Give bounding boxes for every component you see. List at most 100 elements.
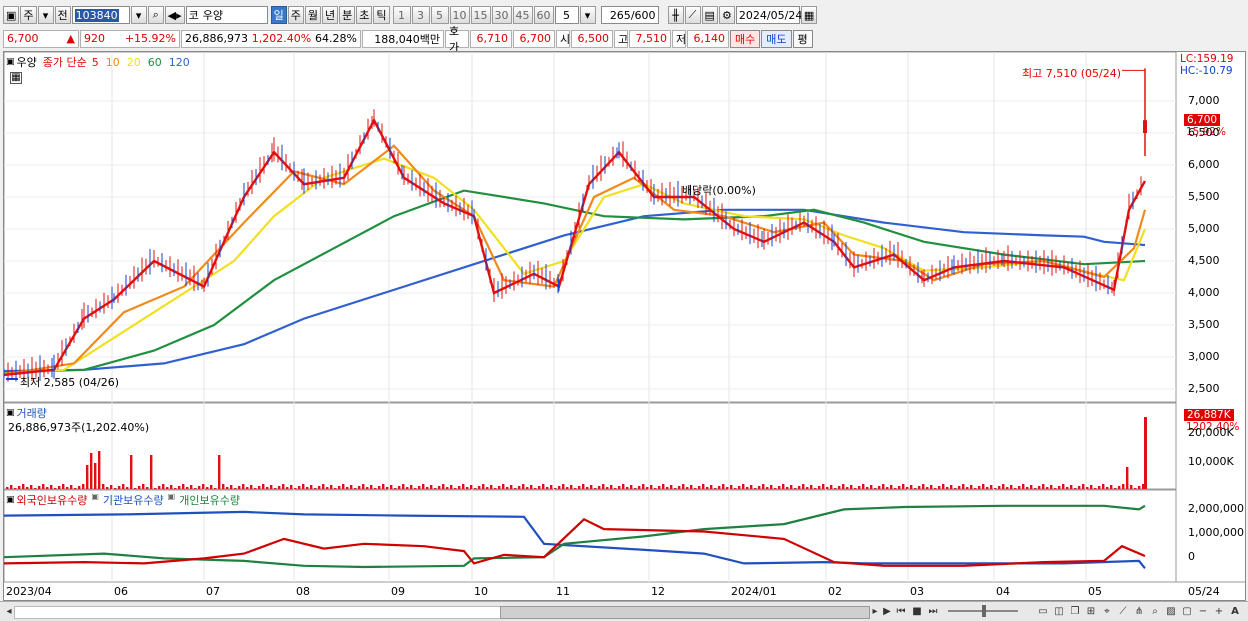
volume-bar — [714, 488, 717, 489]
zoom-in-icon[interactable]: + — [1212, 604, 1226, 618]
zoom-slider-handle[interactable] — [982, 605, 986, 617]
volume-bar — [246, 487, 249, 489]
step-back-icon[interactable]: ⏮ — [894, 604, 908, 618]
search-icon[interactable]: ⌕ — [147, 6, 164, 24]
period-type-button[interactable]: 주 — [20, 6, 37, 24]
current-price-cell: 6,700 ▲ — [3, 29, 79, 48]
panel-menu-icon[interactable]: ▣ — [6, 57, 15, 67]
volume-bar — [870, 485, 873, 489]
interval-number-button-4[interactable]: 15 — [470, 6, 491, 24]
volume-bar — [550, 485, 553, 489]
volume-bar — [210, 485, 213, 489]
calendar-icon[interactable]: ▦ — [800, 6, 818, 24]
volume-bar — [182, 484, 185, 489]
date-input[interactable]: 2024/05/24 — [735, 6, 802, 24]
gear-icon[interactable]: ⚙ — [718, 6, 735, 24]
volume-bar — [930, 485, 933, 489]
volume-bar — [354, 488, 357, 489]
volume-bar — [642, 484, 645, 489]
timeframe-button-5[interactable]: 초 — [356, 6, 373, 24]
volume-bar — [514, 488, 517, 489]
layout-icon[interactable]: ▭ — [1036, 604, 1050, 618]
window-icon-2[interactable]: ▢ — [1180, 604, 1194, 618]
holding-panel-menu-icon[interactable]: ▣ — [6, 495, 15, 505]
chart-area[interactable]: ▣ 우양 종가 단순 5 10 20 60 120 ▦ LC:159.19 HC:-10… — [3, 51, 1246, 601]
scroll-track[interactable] — [14, 606, 502, 619]
interval-dropdown-icon[interactable]: ▾ — [579, 6, 596, 24]
volume-bar — [810, 485, 813, 489]
volume-bar — [18, 486, 21, 489]
interval-number-button-1[interactable]: 3 — [411, 6, 430, 24]
interval-number-button-5[interactable]: 30 — [491, 6, 512, 24]
volume-bar — [534, 488, 537, 489]
split-icon[interactable]: ◫ — [1052, 604, 1066, 618]
avg-button[interactable]: 평 — [792, 29, 813, 48]
volume-bar — [706, 487, 709, 489]
speaker-icon[interactable]: ◀▸ — [164, 6, 185, 24]
drawing-tool-icon[interactable]: ⟋ — [684, 6, 701, 24]
timeframe-button-6[interactable]: 틱 — [373, 6, 390, 24]
timeframe-button-2[interactable]: 월 — [304, 6, 322, 24]
volume-bar — [1118, 486, 1121, 489]
volume-bar — [418, 486, 421, 489]
code-dropdown-icon[interactable]: ▾ — [130, 6, 147, 24]
volume-bar — [38, 486, 41, 489]
chart-canvas[interactable] — [4, 52, 1245, 600]
volume-panel-menu-icon[interactable]: ▣ — [6, 408, 15, 418]
volume-bar — [206, 487, 209, 489]
stop-icon[interactable]: ■ — [910, 604, 924, 618]
volume-bar — [542, 484, 545, 489]
search-chart-icon[interactable]: ⌕ — [1148, 604, 1162, 618]
timeframe-button-0[interactable]: 일 — [270, 6, 287, 24]
interval-number-button-6[interactable]: 45 — [512, 6, 533, 24]
sell-button[interactable]: 매도 — [761, 29, 792, 48]
data-count-field[interactable]: 265/600 — [600, 6, 659, 24]
indicator-icon[interactable]: ⊞ — [1084, 604, 1098, 618]
copy-icon[interactable]: ❐ — [1068, 604, 1082, 618]
save-icon[interactable]: ▤ — [701, 6, 718, 24]
volume-bar — [558, 486, 561, 489]
volume-bar — [842, 484, 845, 489]
interval-number-button-0[interactable]: 1 — [392, 6, 411, 24]
volume-bar — [442, 484, 445, 489]
volume-bar — [134, 488, 137, 489]
volume-bar — [998, 486, 1001, 489]
interval-number-button-2[interactable]: 5 — [430, 6, 449, 24]
volume-bar — [986, 487, 989, 489]
crosshair-icon[interactable]: ⌖ — [1100, 604, 1114, 618]
prev-button[interactable]: 전 — [54, 6, 71, 24]
volume-bar — [538, 486, 541, 489]
timeframe-button-3[interactable]: 년 — [322, 6, 339, 24]
volume-bar — [194, 488, 197, 489]
stock-name-field[interactable]: 코 우양 — [185, 6, 268, 24]
volume-bar — [866, 487, 869, 489]
volume-bar — [10, 485, 13, 489]
candle-type-icon[interactable]: ╫ — [667, 6, 684, 24]
zoom-out-icon[interactable]: − — [1196, 604, 1210, 618]
scroll-thumb[interactable] — [500, 606, 870, 619]
y-tick-label: 2,000,000 — [1188, 502, 1244, 515]
grid-table-icon[interactable]: ▦ — [10, 72, 22, 84]
window-icon[interactable]: ▣ — [3, 6, 20, 24]
fast-forward-icon[interactable]: ⏭ — [926, 604, 940, 618]
font-size-icon[interactable]: A — [1228, 604, 1242, 618]
stock-code-input[interactable]: 103840 — [71, 6, 130, 24]
interval-number-button-7[interactable]: 60 — [533, 6, 554, 24]
up-arrow-icon: ▲ — [66, 32, 75, 45]
buy-button[interactable]: 매수 — [730, 29, 761, 48]
play-right-icon[interactable]: ▶ — [880, 604, 894, 618]
timeframe-button-4[interactable]: 분 — [339, 6, 356, 24]
volume-bar — [1102, 484, 1105, 489]
interval-value-input[interactable]: 5 — [554, 6, 579, 24]
image-icon[interactable]: ▨ — [1164, 604, 1178, 618]
ma-legend-items: 5 10 20 60 120 — [92, 56, 190, 69]
holding-legend: ▣ 외국인보유수량 ▣ 기관보유수량 ▣ 개인보유수량 — [6, 492, 240, 508]
draw-icon[interactable]: ⟋ — [1116, 604, 1130, 618]
magnet-icon[interactable]: ⋔ — [1132, 604, 1146, 618]
period-dropdown-icon[interactable]: ▾ — [37, 6, 54, 24]
timeframe-button-1[interactable]: 주 — [287, 6, 304, 24]
volume-bar — [410, 485, 413, 489]
interval-number-button-3[interactable]: 10 — [449, 6, 470, 24]
volume-bar — [814, 488, 817, 489]
volume-bar — [902, 484, 905, 489]
